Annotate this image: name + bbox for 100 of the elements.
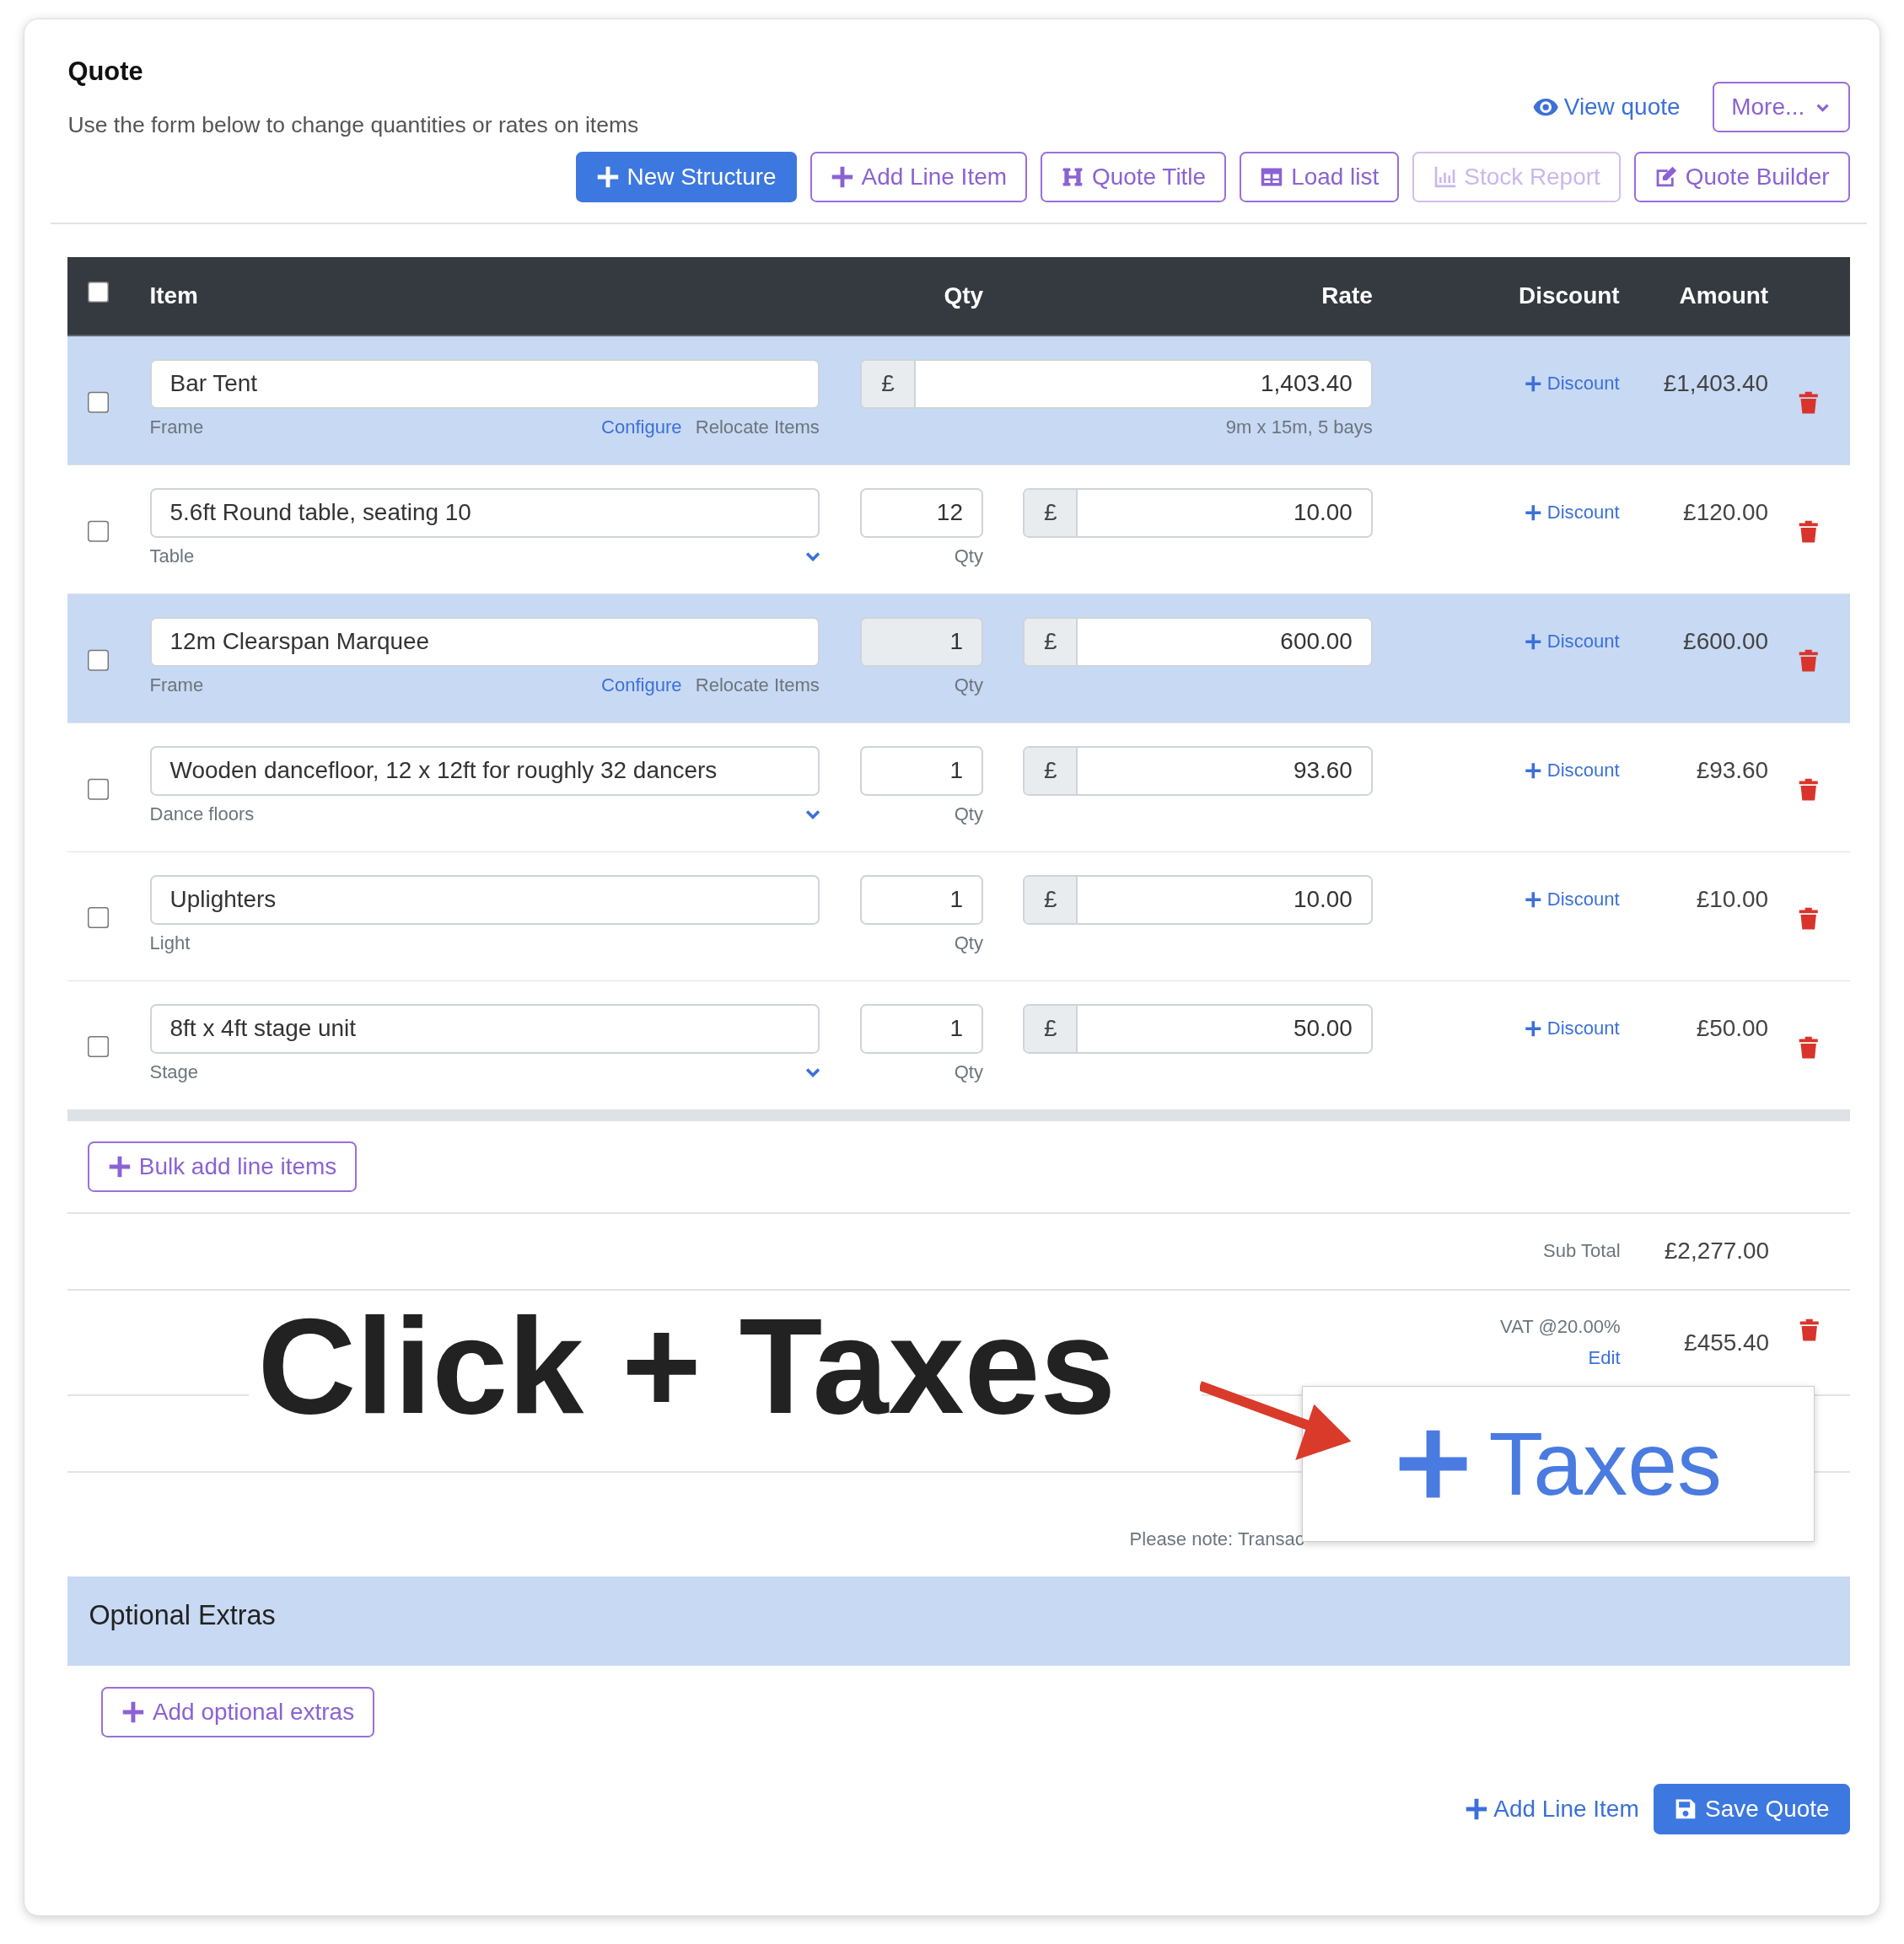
item-name-field[interactable]: 12m Clearspan Marquee — [149, 616, 820, 667]
item-name-field[interactable]: Uplighters — [149, 874, 820, 925]
item-category: Frame — [149, 416, 204, 438]
row-checkbox[interactable] — [87, 778, 110, 801]
edit-icon — [1654, 164, 1678, 189]
amount-cell: £10.00 — [1696, 886, 1769, 914]
plus-icon — [1525, 504, 1542, 522]
plus-icon — [1465, 1797, 1489, 1821]
row-checkbox[interactable] — [87, 1036, 110, 1059]
currency-addon: £ — [1025, 489, 1078, 536]
total-amount: £455.40 — [1683, 1329, 1770, 1356]
quantity-field[interactable]: 1 — [860, 874, 983, 925]
currency-addon: £ — [1025, 1005, 1078, 1052]
rate-field[interactable]: £ 50.00 — [1023, 1003, 1373, 1054]
plus-icon — [121, 1700, 146, 1725]
rate-field[interactable]: £ 93.60 — [1023, 745, 1373, 796]
column-header: Discount — [1519, 282, 1620, 310]
more-dropdown-button[interactable]: More... — [1712, 82, 1850, 133]
payment-note: Please note: Transac — [1129, 1528, 1304, 1549]
column-header: Amount — [1679, 282, 1769, 310]
rate-value: 93.60 — [1292, 756, 1353, 786]
quantity-label: Qty — [953, 1061, 983, 1083]
plus-icon — [1525, 1019, 1542, 1038]
rate-field[interactable]: £ 1,403.40 — [860, 358, 1373, 409]
toolbar-button[interactable]: Add Line Item — [809, 151, 1027, 203]
add-discount-link[interactable]: Discount — [1525, 1018, 1620, 1040]
column-header: Rate — [1321, 282, 1373, 310]
currency-addon: £ — [862, 360, 916, 407]
quantity-field[interactable]: 12 — [860, 487, 983, 538]
row-checkbox[interactable] — [87, 391, 110, 414]
plus-icon — [830, 164, 854, 189]
row-checkbox[interactable] — [87, 649, 110, 672]
item-category: Table — [149, 545, 195, 567]
amount-cell: £93.60 — [1696, 757, 1769, 785]
bar-chart-icon — [1433, 164, 1457, 189]
plus-icon — [1525, 761, 1542, 780]
view-quote-link[interactable]: View quote — [1531, 93, 1681, 121]
toolbar-button[interactable]: New Structure — [575, 151, 797, 203]
add-discount-link[interactable]: Discount — [1525, 760, 1620, 782]
add-discount-link[interactable]: Discount — [1525, 889, 1620, 911]
item-name-field[interactable]: 5.6ft Round table, seating 10 — [149, 487, 820, 538]
amount-cell: £600.00 — [1683, 628, 1769, 656]
rate-field[interactable]: £ 10.00 — [1023, 874, 1373, 925]
select-all-checkbox[interactable] — [87, 281, 110, 304]
column-header: Qty — [944, 282, 983, 310]
plus-icon — [595, 164, 620, 189]
row-checkbox[interactable] — [87, 520, 110, 543]
quantity-label: Qty — [953, 803, 983, 825]
rate-value: 50.00 — [1292, 1014, 1353, 1044]
rate-value: 10.00 — [1292, 498, 1353, 528]
item-name-field[interactable]: Bar Tent — [149, 358, 820, 409]
relocate-items-link[interactable]: Relocate Items — [695, 416, 820, 438]
plus-icon — [1525, 890, 1542, 909]
plus-icon — [108, 1155, 132, 1179]
currency-addon: £ — [1025, 747, 1078, 794]
rate-field[interactable]: £ 10.00 — [1023, 487, 1373, 538]
quantity-label: Qty — [953, 932, 983, 954]
amount-cell: £1,403.40 — [1663, 370, 1769, 398]
row-checkbox[interactable] — [87, 907, 110, 930]
rate-field[interactable]: £ 600.00 — [1023, 616, 1373, 667]
size-note: 9m x 15m, 5 bays — [1224, 416, 1373, 438]
item-category: Frame — [149, 674, 204, 696]
add-discount-link[interactable]: Discount — [1525, 373, 1620, 395]
add-optional-extras-button[interactable]: Add optional extras — [101, 1687, 375, 1738]
add-discount-link[interactable]: Discount — [1525, 502, 1620, 524]
add-line-item-link[interactable]: Add Line Item — [1465, 1796, 1639, 1823]
quantity-label: Qty — [953, 674, 983, 696]
total-label: Sub Total — [1543, 1240, 1621, 1263]
toolbar-button[interactable]: Load list — [1240, 151, 1400, 203]
add-discount-link[interactable]: Discount — [1525, 631, 1620, 653]
amount-cell: £50.00 — [1696, 1015, 1769, 1043]
bulk-add-button[interactable]: Bulk add line items — [87, 1141, 358, 1193]
add-taxes-button[interactable]: Taxes — [1302, 1386, 1815, 1543]
total-amount: £2,277.00 — [1663, 1238, 1770, 1265]
page-title: Quote — [67, 56, 144, 88]
quantity-field[interactable]: 1 — [860, 1003, 983, 1054]
configure-link[interactable]: Configure — [601, 674, 682, 696]
toolbar-button[interactable]: Quote Builder — [1634, 151, 1850, 203]
item-category: Stage — [149, 1061, 199, 1083]
optional-extras-header: Optional Extras — [67, 1576, 1850, 1667]
total-label: VAT @20.00% — [1500, 1315, 1621, 1338]
quantity-label: Qty — [953, 545, 983, 567]
item-name-field[interactable]: 8ft x 4ft stage unit — [149, 1003, 820, 1054]
item-category: Light — [149, 932, 191, 954]
plus-icon — [1525, 632, 1542, 651]
rate-value: 1,403.40 — [1260, 369, 1353, 399]
relocate-items-link[interactable]: Relocate Items — [695, 674, 820, 696]
arrow-icon — [1200, 1381, 1352, 1461]
toolbar-button[interactable]: Quote Title — [1041, 151, 1227, 203]
page-subtitle: Use the form below to change quantities or rates on items — [67, 111, 639, 138]
item-category: Dance floors — [149, 803, 255, 825]
currency-addon: £ — [1025, 876, 1078, 923]
rate-value: 600.00 — [1279, 627, 1353, 657]
configure-link[interactable]: Configure — [601, 416, 682, 438]
item-name-field[interactable]: Wooden dancefloor, 12 x 12ft for roughly 32 dancers — [149, 745, 820, 796]
currency-addon: £ — [1025, 618, 1078, 665]
save-quote-button[interactable]: Save Quote — [1654, 1783, 1850, 1835]
edit-link[interactable]: Edit — [1588, 1347, 1621, 1370]
rate-value: 10.00 — [1292, 885, 1353, 915]
quantity-field[interactable]: 1 — [860, 745, 983, 796]
